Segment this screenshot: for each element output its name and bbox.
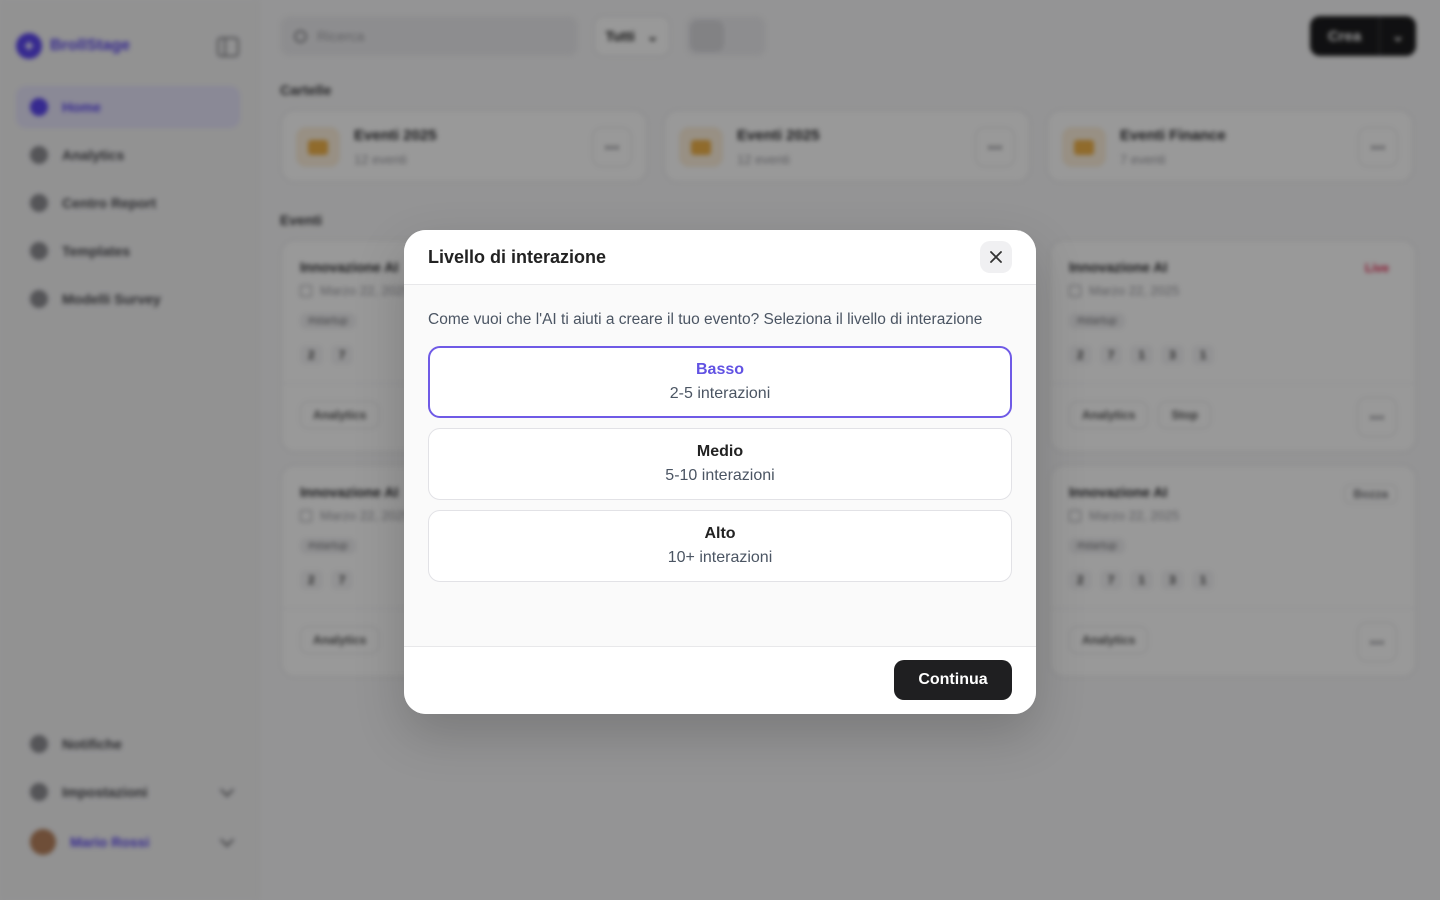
option-alto[interactable]: Alto 10+ interazioni — [428, 510, 1012, 582]
interaction-level-modal: Livello di interazione Come vuoi che l'A… — [404, 230, 1036, 714]
option-title: Medio — [696, 443, 744, 460]
option-basso[interactable]: Basso 2-5 interazioni — [428, 346, 1012, 418]
modal-title: Livello di interazione — [428, 247, 607, 267]
option-medio[interactable]: Medio 5-10 interazioni — [428, 428, 1012, 500]
close-icon — [990, 251, 1002, 263]
modal-footer: Continua — [404, 646, 1036, 714]
continue-button[interactable]: Continua — [894, 660, 1012, 700]
option-subtitle: 2-5 interazioni — [669, 385, 771, 402]
option-subtitle: 10+ interazioni — [667, 549, 773, 566]
modal-description: Come vuoi che l'AI ti aiuti a creare il … — [428, 311, 983, 328]
option-title: Alto — [704, 525, 736, 542]
option-subtitle: 5-10 interazioni — [665, 467, 775, 484]
option-title: Basso — [695, 361, 745, 378]
modal-header: Livello di interazione — [404, 230, 1036, 285]
close-button[interactable] — [980, 241, 1012, 273]
